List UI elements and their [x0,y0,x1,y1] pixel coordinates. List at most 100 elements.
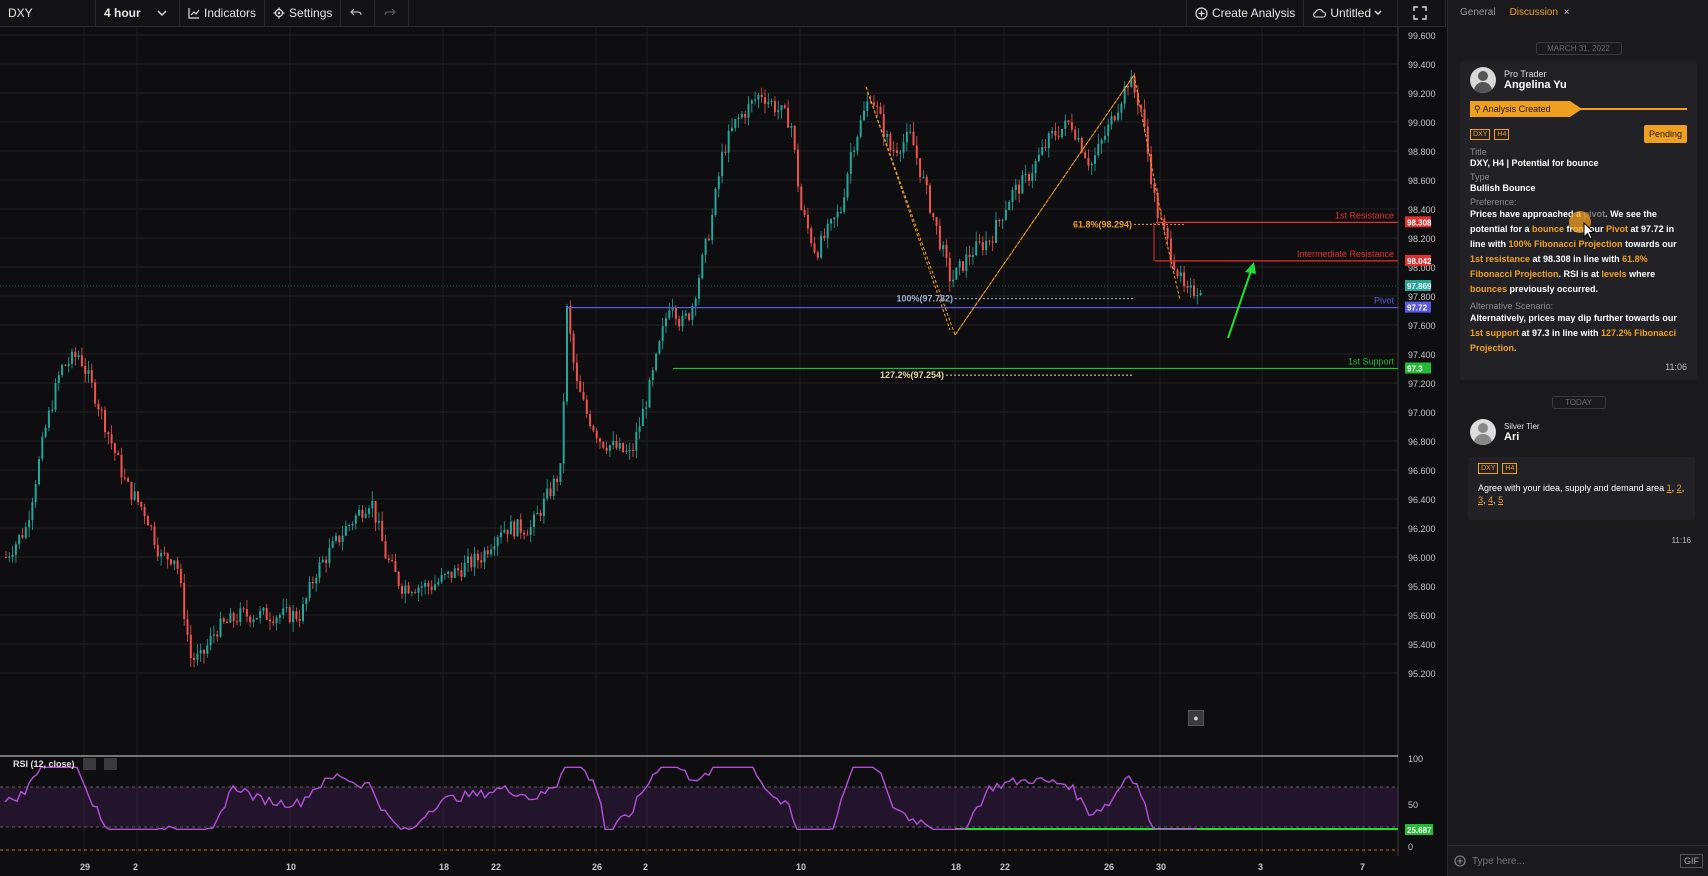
symbol-tag[interactable]: DXY [1478,463,1499,474]
candle-body [526,534,529,536]
candle-body [1031,173,1034,181]
redo-button[interactable] [375,0,410,26]
candle-body [863,110,865,121]
price-tick-label: 96.800 [1408,437,1436,447]
chart-area[interactable]: 99.600 99.400 99.200 99.000 98.800 98.600 98.4… [0,27,1446,876]
candle-body [249,616,252,623]
price-tick-label: 96.600 [1408,466,1436,476]
candle-body [107,432,110,435]
price-tick-label: 97.000 [1408,408,1436,418]
candle-body [113,443,116,453]
candle-body [87,370,90,374]
candle-body [1193,285,1195,296]
price-tick-label: 99.000 [1408,118,1436,128]
candle-body [361,510,364,518]
time-tick-label: 2 [133,862,138,872]
tab-discussion[interactable]: Discussion × [1510,7,1570,18]
candle-body [797,149,799,187]
date-separator: MARCH 31, 2022 [1535,42,1622,55]
candle-body [328,547,331,564]
candle-body [724,151,727,153]
close-icon[interactable]: × [1564,7,1570,18]
post-type: Bullish Bounce [1470,183,1536,193]
area-link[interactable]: 4 [1488,495,1493,505]
candle-body [94,382,97,404]
candle-body [31,502,34,521]
avatar[interactable] [1470,67,1496,93]
candle-body [1051,131,1054,134]
candle-body [97,403,100,410]
candle-body [467,556,469,563]
candle-body [54,383,57,410]
candle-body [846,173,849,198]
candle-body [236,621,238,623]
candle-body [242,608,245,610]
fullscreen-button[interactable] [1398,0,1446,26]
candle-body [1176,269,1179,277]
interval-selector[interactable]: 4 hour [96,0,180,26]
area-link[interactable]: 5 [1498,495,1503,505]
candle-body [932,212,935,218]
candle-body [503,529,506,533]
price-tick-label: 95.800 [1408,582,1436,592]
candle-body [995,220,997,243]
avatar[interactable] [1470,419,1496,445]
area-link[interactable]: 2 [1677,483,1682,493]
comment-name[interactable]: Ari [1504,431,1540,443]
candle-body [876,105,879,107]
plus-circle-icon[interactable] [1454,855,1466,867]
candle-body [562,401,565,464]
candle-body [166,553,169,560]
comment-author: Silver Tier Ari [1448,419,1708,445]
candle-body [899,152,902,154]
candle-body [767,101,770,104]
price-tick-label: 99.600 [1408,31,1436,41]
settings-button[interactable]: Settings [265,0,342,26]
area-link[interactable]: 3 [1478,495,1483,505]
candle-body [483,550,486,563]
candle-body [384,541,387,559]
candle-body [575,362,578,382]
candle-body [146,516,149,526]
candle-body [417,587,420,593]
interval-tag[interactable]: H4 [1494,128,1510,140]
area-link[interactable]: 1 [1667,483,1672,493]
layout-selector[interactable]: Untitled [1304,0,1398,26]
gif-button[interactable]: GIF [1680,854,1703,868]
candle-body [308,582,311,599]
tab-general[interactable]: General [1460,7,1496,18]
candle-body [958,261,961,268]
candle-body [641,408,644,427]
candle-body [1028,174,1030,181]
candle-body [826,223,829,239]
indicators-button[interactable]: Indicators [180,0,266,26]
symbol-tag[interactable]: DXY [1470,128,1491,140]
lightbulb-icon[interactable]: ● [1188,710,1204,726]
candle-body [34,484,37,503]
time-tick-label: 10 [796,862,806,872]
candle-body [806,214,809,229]
comment-tags: DXY H4 [1478,463,1685,474]
candle-body [90,370,93,383]
undo-button[interactable] [341,0,376,26]
price-tick-label: 96.200 [1408,524,1436,534]
candle-body [265,608,268,620]
candle-body [1047,133,1050,149]
candle-body [674,307,677,319]
create-analysis-button[interactable]: Create Analysis [1185,0,1305,26]
candle-body [905,131,908,143]
price-tick-label: 95.200 [1408,669,1436,679]
candle-body [1041,147,1044,155]
interval-tag[interactable]: H4 [1502,463,1518,474]
candle-body [1100,139,1103,144]
candle-body [1113,116,1116,121]
message-input[interactable] [1470,854,1680,868]
candle-body [470,556,473,568]
author-name[interactable]: Angelina Yu [1504,79,1567,91]
candle-body [377,520,380,523]
candle-body [130,481,133,500]
chart-canvas[interactable]: 99.600 99.400 99.200 99.000 98.800 98.600 98.4… [0,27,1446,876]
pending-button[interactable]: Pending [1643,125,1687,143]
candle-body [542,498,545,516]
symbol-selector[interactable]: DXY [0,0,96,26]
